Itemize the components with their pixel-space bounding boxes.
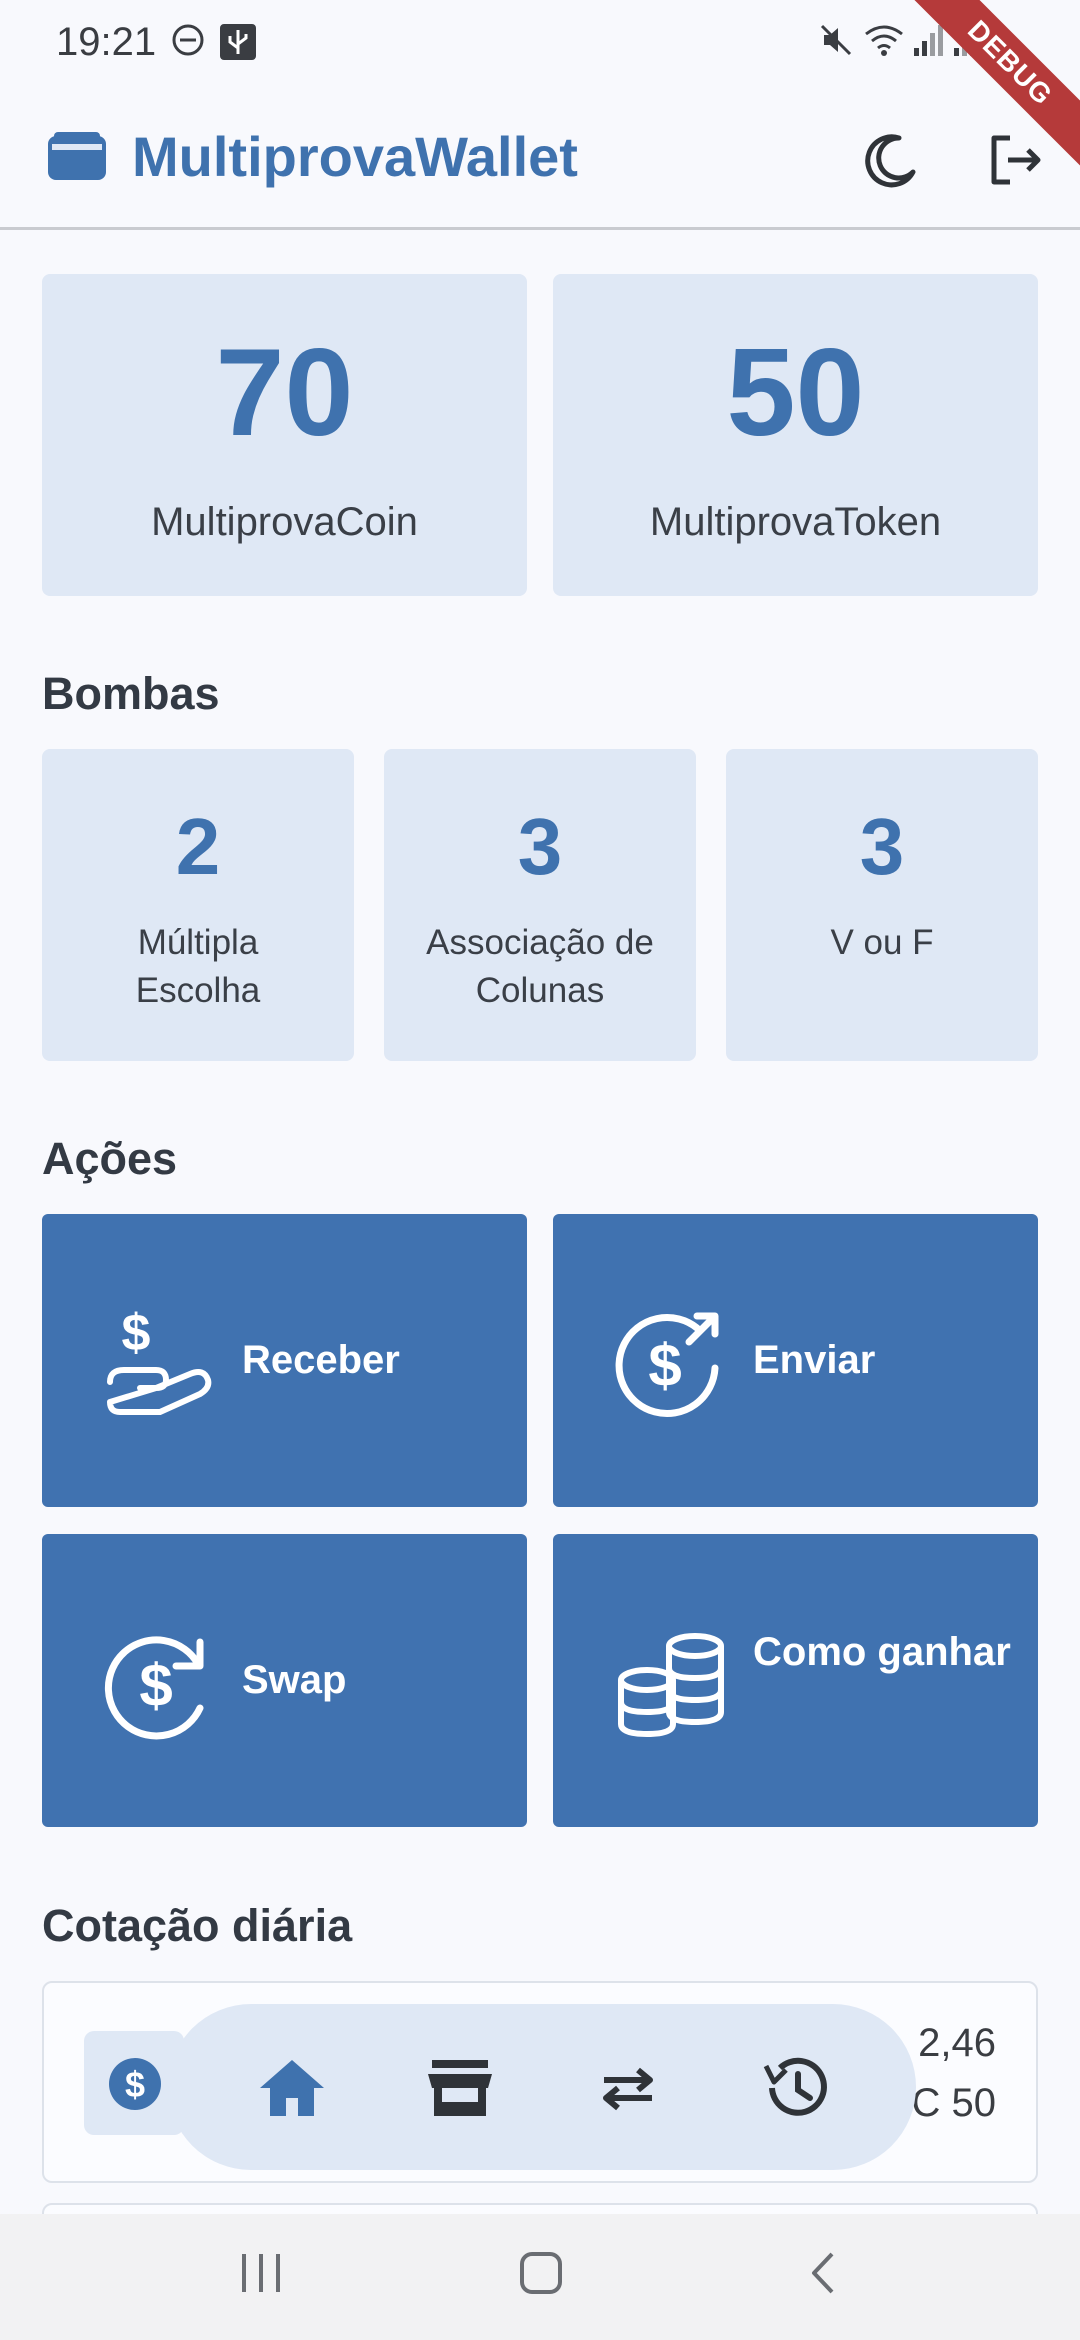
action-label: Receber (242, 1338, 400, 1382)
home-icon (260, 2060, 324, 2116)
bottom-nav (168, 2004, 916, 2170)
como-ganhar-button[interactable]: Como ganhar (553, 1534, 1038, 1827)
app-title: MultiprovaWallet (132, 125, 578, 188)
dnd-icon (172, 24, 204, 56)
quote-value: 2,46 (918, 2021, 996, 2065)
dollar-coin-icon: $ (109, 2058, 161, 2110)
back-icon[interactable] (800, 2248, 846, 2298)
enviar-button[interactable]: $ Enviar (553, 1214, 1038, 1507)
send-dollar-icon: $ (615, 1312, 719, 1418)
home-button-icon[interactable] (518, 2248, 564, 2298)
section-title-acoes: Ações (42, 1133, 178, 1184)
balance-value: 70 (215, 324, 354, 462)
nav-transfer[interactable] (584, 2044, 672, 2132)
moon-icon (865, 134, 916, 188)
svg-text:$: $ (122, 1304, 151, 1362)
balance-label: MultiprovaToken (649, 500, 942, 544)
status-bar: 19:21 DEBUG (0, 0, 1080, 172)
nav-history[interactable] (752, 2044, 840, 2132)
svg-text:$: $ (648, 1332, 681, 1399)
logout-icon (991, 135, 1041, 185)
action-label: Como ganhar (753, 1630, 1011, 1674)
app-bar: MultiprovaWallet (0, 88, 1080, 230)
swap-dollar-icon: $ (104, 1636, 204, 1740)
wifi-icon (865, 25, 903, 56)
mute-icon (820, 24, 852, 56)
theme-toggle-button[interactable] (855, 124, 927, 196)
hand-dollar-icon: $ (107, 1304, 212, 1415)
svg-text:$: $ (139, 1652, 172, 1719)
usb-icon (220, 24, 256, 60)
balance-label: MultiprovaCoin (151, 500, 418, 544)
wallet-icon (48, 132, 106, 180)
status-time: 19:21 (56, 20, 157, 64)
bomba-label: Associação de Colunas (426, 923, 654, 1010)
swap-button[interactable]: $ Swap (42, 1534, 527, 1827)
nav-home[interactable] (248, 2044, 336, 2132)
logout-button[interactable] (980, 124, 1052, 196)
bomba-count: 3 (517, 802, 563, 891)
bomba-label: V ou F (830, 923, 934, 962)
bomba-count: 2 (175, 802, 221, 891)
system-nav-bar (0, 2214, 1080, 2340)
nav-store[interactable] (416, 2044, 504, 2132)
svg-text:$: $ (125, 2064, 145, 2105)
balance-card-token: 50 MultiprovaToken (553, 274, 1038, 596)
recent-apps-icon[interactable] (238, 2248, 284, 2298)
action-label: Swap (242, 1658, 347, 1702)
action-label: Enviar (753, 1338, 876, 1382)
coins-stack-icon (618, 1633, 724, 1738)
bomba-label: Múltipla Escolha (135, 923, 261, 1010)
store-icon (428, 2060, 492, 2116)
bomba-count: 3 (859, 802, 905, 891)
quote-pair: C 50 (911, 2081, 997, 2125)
bomba-card-multipla: 2 Múltipla Escolha (42, 749, 354, 1061)
balance-value: 50 (726, 324, 865, 462)
section-title-bombas: Bombas (42, 668, 220, 719)
swap-arrows-icon (603, 2067, 653, 2111)
section-title-cotacao: Cotação diária (42, 1900, 353, 1951)
balance-card-coin: 70 MultiprovaCoin (42, 274, 527, 596)
bomba-card-associacao: 3 Associação de Colunas (384, 749, 696, 1061)
receber-button[interactable]: $ Receber (42, 1214, 527, 1507)
bomba-card-vouf: 3 V ou F (726, 749, 1038, 1061)
history-icon (763, 2057, 827, 2116)
